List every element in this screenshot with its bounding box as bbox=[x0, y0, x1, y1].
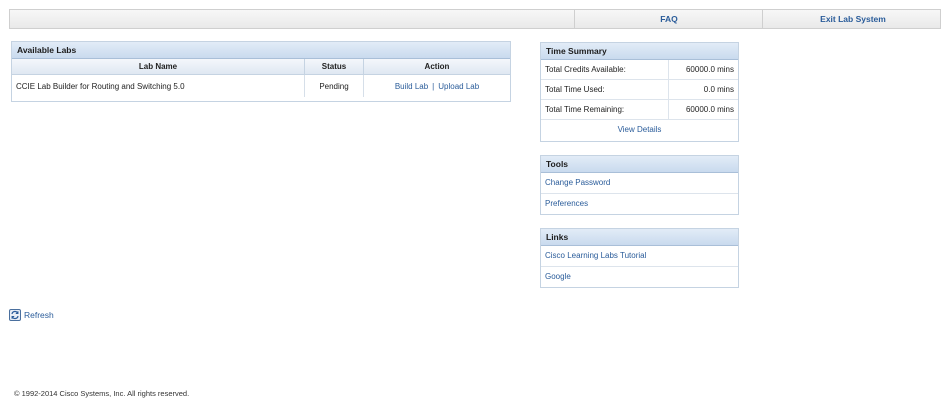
time-value: 0.0 mins bbox=[703, 85, 734, 94]
time-row-credits: Total Credits Available: 60000.0 mins bbox=[541, 60, 738, 80]
column-header-status: Status bbox=[304, 59, 364, 75]
time-value: 60000.0 mins bbox=[685, 65, 734, 74]
column-header-action: Action bbox=[363, 59, 510, 75]
cisco-learning-labs-tutorial-link[interactable]: Cisco Learning Labs Tutorial bbox=[541, 246, 738, 267]
lab-status-cell: Pending bbox=[304, 74, 364, 97]
time-value: 60000.0 mins bbox=[685, 105, 734, 114]
upload-lab-link[interactable]: Upload Lab bbox=[438, 82, 479, 91]
time-row-used: Total Time Used: 0.0 mins bbox=[541, 80, 738, 100]
table-header-row: Lab Name Status Action bbox=[12, 59, 510, 75]
tools-panel: Tools Change Password Preferences bbox=[540, 155, 739, 215]
labs-table: Lab Name Status Action CCIE Lab Builder … bbox=[12, 59, 510, 97]
top-navigation-bar: FAQ Exit Lab System bbox=[9, 9, 941, 29]
change-password-link[interactable]: Change Password bbox=[541, 173, 738, 194]
table-row: CCIE Lab Builder for Routing and Switchi… bbox=[12, 74, 511, 98]
links-title: Links bbox=[541, 229, 738, 246]
time-label: Total Time Used: bbox=[541, 80, 669, 99]
preferences-link[interactable]: Preferences bbox=[541, 194, 738, 214]
time-label: Total Credits Available: bbox=[541, 60, 669, 79]
time-label: Total Time Remaining: bbox=[541, 100, 669, 119]
column-header-lab-name: Lab Name bbox=[12, 59, 305, 75]
time-summary-panel: Time Summary Total Credits Available: 60… bbox=[540, 42, 739, 142]
copyright-text: © 1992-2014 Cisco Systems, Inc. All righ… bbox=[14, 389, 190, 398]
build-lab-link[interactable]: Build Lab bbox=[395, 82, 428, 91]
time-row-remaining: Total Time Remaining: 60000.0 mins bbox=[541, 100, 738, 120]
lab-name-cell: CCIE Lab Builder for Routing and Switchi… bbox=[12, 74, 305, 97]
refresh-button[interactable]: Refresh bbox=[9, 308, 54, 322]
available-labs-panel: Available Labs Lab Name Status Action CC… bbox=[11, 41, 511, 102]
google-link[interactable]: Google bbox=[541, 267, 738, 287]
action-separator: | bbox=[432, 81, 435, 91]
faq-link[interactable]: FAQ bbox=[574, 10, 763, 28]
exit-lab-system-link[interactable]: Exit Lab System bbox=[762, 10, 942, 28]
refresh-icon bbox=[9, 309, 21, 321]
time-summary-title: Time Summary bbox=[541, 43, 738, 60]
lab-action-cell: Build Lab | Upload Lab bbox=[364, 75, 511, 98]
available-labs-title: Available Labs bbox=[12, 42, 510, 59]
tools-title: Tools bbox=[541, 156, 738, 173]
view-details-link[interactable]: View Details bbox=[541, 120, 738, 139]
refresh-label: Refresh bbox=[24, 310, 54, 320]
links-panel: Links Cisco Learning Labs Tutorial Googl… bbox=[540, 228, 739, 288]
